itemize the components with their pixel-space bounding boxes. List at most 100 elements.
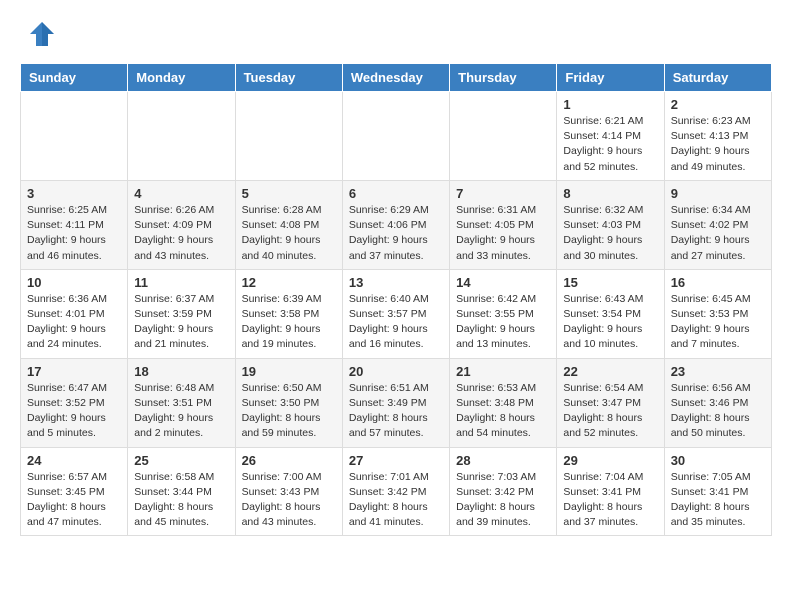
calendar-cell: 26 Sunrise: 7:00 AM Sunset: 3:43 PM Dayli… [235, 447, 342, 536]
calendar-cell: 25 Sunrise: 6:58 AM Sunset: 3:44 PM Dayli… [128, 447, 235, 536]
day-info: Sunrise: 7:00 AM Sunset: 3:43 PM Dayligh… [242, 470, 336, 531]
calendar-cell: 4 Sunrise: 6:26 AM Sunset: 4:09 PM Daylig… [128, 180, 235, 269]
day-info: Sunrise: 6:58 AM Sunset: 3:44 PM Dayligh… [134, 470, 228, 531]
day-number: 9 [671, 186, 765, 201]
day-info: Sunrise: 7:01 AM Sunset: 3:42 PM Dayligh… [349, 470, 443, 531]
weekday-header: Sunday [21, 64, 128, 92]
day-number: 1 [563, 97, 657, 112]
day-info: Sunrise: 7:03 AM Sunset: 3:42 PM Dayligh… [456, 470, 550, 531]
calendar-cell: 6 Sunrise: 6:29 AM Sunset: 4:06 PM Daylig… [342, 180, 449, 269]
day-number: 5 [242, 186, 336, 201]
logo [24, 18, 56, 53]
day-number: 22 [563, 364, 657, 379]
calendar-wrapper: SundayMondayTuesdayWednesdayThursdayFrid… [0, 63, 792, 546]
logo-icon [28, 20, 56, 53]
day-number: 28 [456, 453, 550, 468]
calendar-week-row: 3 Sunrise: 6:25 AM Sunset: 4:11 PM Daylig… [21, 180, 772, 269]
day-number: 10 [27, 275, 121, 290]
calendar-cell: 24 Sunrise: 6:57 AM Sunset: 3:45 PM Dayli… [21, 447, 128, 536]
calendar-cell: 22 Sunrise: 6:54 AM Sunset: 3:47 PM Dayli… [557, 358, 664, 447]
calendar-cell: 3 Sunrise: 6:25 AM Sunset: 4:11 PM Daylig… [21, 180, 128, 269]
calendar-cell: 27 Sunrise: 7:01 AM Sunset: 3:42 PM Dayli… [342, 447, 449, 536]
day-info: Sunrise: 6:57 AM Sunset: 3:45 PM Dayligh… [27, 470, 121, 531]
day-number: 16 [671, 275, 765, 290]
day-info: Sunrise: 6:45 AM Sunset: 3:53 PM Dayligh… [671, 292, 765, 353]
day-number: 24 [27, 453, 121, 468]
calendar-cell: 15 Sunrise: 6:43 AM Sunset: 3:54 PM Dayli… [557, 269, 664, 358]
day-info: Sunrise: 6:43 AM Sunset: 3:54 PM Dayligh… [563, 292, 657, 353]
day-info: Sunrise: 6:34 AM Sunset: 4:02 PM Dayligh… [671, 203, 765, 264]
calendar-cell: 10 Sunrise: 6:36 AM Sunset: 4:01 PM Dayli… [21, 269, 128, 358]
day-info: Sunrise: 6:21 AM Sunset: 4:14 PM Dayligh… [563, 114, 657, 175]
calendar-cell [342, 92, 449, 181]
day-number: 29 [563, 453, 657, 468]
day-number: 17 [27, 364, 121, 379]
calendar-cell: 19 Sunrise: 6:50 AM Sunset: 3:50 PM Dayli… [235, 358, 342, 447]
day-info: Sunrise: 6:39 AM Sunset: 3:58 PM Dayligh… [242, 292, 336, 353]
calendar-header-row: SundayMondayTuesdayWednesdayThursdayFrid… [21, 64, 772, 92]
calendar-cell [21, 92, 128, 181]
day-number: 12 [242, 275, 336, 290]
day-info: Sunrise: 6:36 AM Sunset: 4:01 PM Dayligh… [27, 292, 121, 353]
day-info: Sunrise: 6:42 AM Sunset: 3:55 PM Dayligh… [456, 292, 550, 353]
day-number: 20 [349, 364, 443, 379]
calendar-week-row: 24 Sunrise: 6:57 AM Sunset: 3:45 PM Dayli… [21, 447, 772, 536]
day-info: Sunrise: 6:26 AM Sunset: 4:09 PM Dayligh… [134, 203, 228, 264]
calendar-cell: 29Sunrise: 7:04 AM Sunset: 3:41 PM Dayli… [557, 447, 664, 536]
calendar-cell: 11 Sunrise: 6:37 AM Sunset: 3:59 PM Dayli… [128, 269, 235, 358]
calendar-cell [450, 92, 557, 181]
calendar-cell: 5 Sunrise: 6:28 AM Sunset: 4:08 PM Daylig… [235, 180, 342, 269]
day-info: Sunrise: 6:28 AM Sunset: 4:08 PM Dayligh… [242, 203, 336, 264]
calendar-cell: 1 Sunrise: 6:21 AM Sunset: 4:14 PM Daylig… [557, 92, 664, 181]
day-number: 26 [242, 453, 336, 468]
calendar-cell [128, 92, 235, 181]
day-number: 11 [134, 275, 228, 290]
day-number: 27 [349, 453, 443, 468]
day-info: Sunrise: 6:51 AM Sunset: 3:49 PM Dayligh… [349, 381, 443, 442]
day-info: Sunrise: 6:29 AM Sunset: 4:06 PM Dayligh… [349, 203, 443, 264]
day-number: 21 [456, 364, 550, 379]
day-info: Sunrise: 6:54 AM Sunset: 3:47 PM Dayligh… [563, 381, 657, 442]
calendar-week-row: 17Sunrise: 6:47 AM Sunset: 3:52 PM Dayli… [21, 358, 772, 447]
header [0, 0, 792, 63]
calendar-week-row: 1 Sunrise: 6:21 AM Sunset: 4:14 PM Daylig… [21, 92, 772, 181]
weekday-header: Monday [128, 64, 235, 92]
day-number: 25 [134, 453, 228, 468]
day-number: 13 [349, 275, 443, 290]
day-number: 15 [563, 275, 657, 290]
calendar-cell [235, 92, 342, 181]
day-info: Sunrise: 6:25 AM Sunset: 4:11 PM Dayligh… [27, 203, 121, 264]
weekday-header: Saturday [664, 64, 771, 92]
weekday-header: Friday [557, 64, 664, 92]
calendar-cell: 2 Sunrise: 6:23 AM Sunset: 4:13 PM Daylig… [664, 92, 771, 181]
day-number: 4 [134, 186, 228, 201]
day-info: Sunrise: 6:50 AM Sunset: 3:50 PM Dayligh… [242, 381, 336, 442]
weekday-header: Wednesday [342, 64, 449, 92]
calendar-cell: 9 Sunrise: 6:34 AM Sunset: 4:02 PM Daylig… [664, 180, 771, 269]
calendar-cell: 17Sunrise: 6:47 AM Sunset: 3:52 PM Dayli… [21, 358, 128, 447]
day-number: 7 [456, 186, 550, 201]
calendar-cell: 14 Sunrise: 6:42 AM Sunset: 3:55 PM Dayli… [450, 269, 557, 358]
day-info: Sunrise: 7:05 AM Sunset: 3:41 PM Dayligh… [671, 470, 765, 531]
calendar-cell: 20 Sunrise: 6:51 AM Sunset: 3:49 PM Dayli… [342, 358, 449, 447]
weekday-header: Thursday [450, 64, 557, 92]
calendar-cell: 7 Sunrise: 6:31 AM Sunset: 4:05 PM Daylig… [450, 180, 557, 269]
calendar-table: SundayMondayTuesdayWednesdayThursdayFrid… [20, 63, 772, 536]
day-number: 3 [27, 186, 121, 201]
day-info: Sunrise: 6:23 AM Sunset: 4:13 PM Dayligh… [671, 114, 765, 175]
calendar-cell: 16 Sunrise: 6:45 AM Sunset: 3:53 PM Dayli… [664, 269, 771, 358]
day-info: Sunrise: 6:37 AM Sunset: 3:59 PM Dayligh… [134, 292, 228, 353]
calendar-cell: 21 Sunrise: 6:53 AM Sunset: 3:48 PM Dayli… [450, 358, 557, 447]
day-number: 14 [456, 275, 550, 290]
day-number: 6 [349, 186, 443, 201]
day-info: Sunrise: 6:31 AM Sunset: 4:05 PM Dayligh… [456, 203, 550, 264]
day-number: 30 [671, 453, 765, 468]
calendar-cell: 23Sunrise: 6:56 AM Sunset: 3:46 PM Dayli… [664, 358, 771, 447]
calendar-cell: 18Sunrise: 6:48 AM Sunset: 3:51 PM Dayli… [128, 358, 235, 447]
day-number: 8 [563, 186, 657, 201]
day-number: 2 [671, 97, 765, 112]
day-info: Sunrise: 6:53 AM Sunset: 3:48 PM Dayligh… [456, 381, 550, 442]
day-number: 19 [242, 364, 336, 379]
calendar-cell: 28 Sunrise: 7:03 AM Sunset: 3:42 PM Dayli… [450, 447, 557, 536]
calendar-cell: 12 Sunrise: 6:39 AM Sunset: 3:58 PM Dayli… [235, 269, 342, 358]
